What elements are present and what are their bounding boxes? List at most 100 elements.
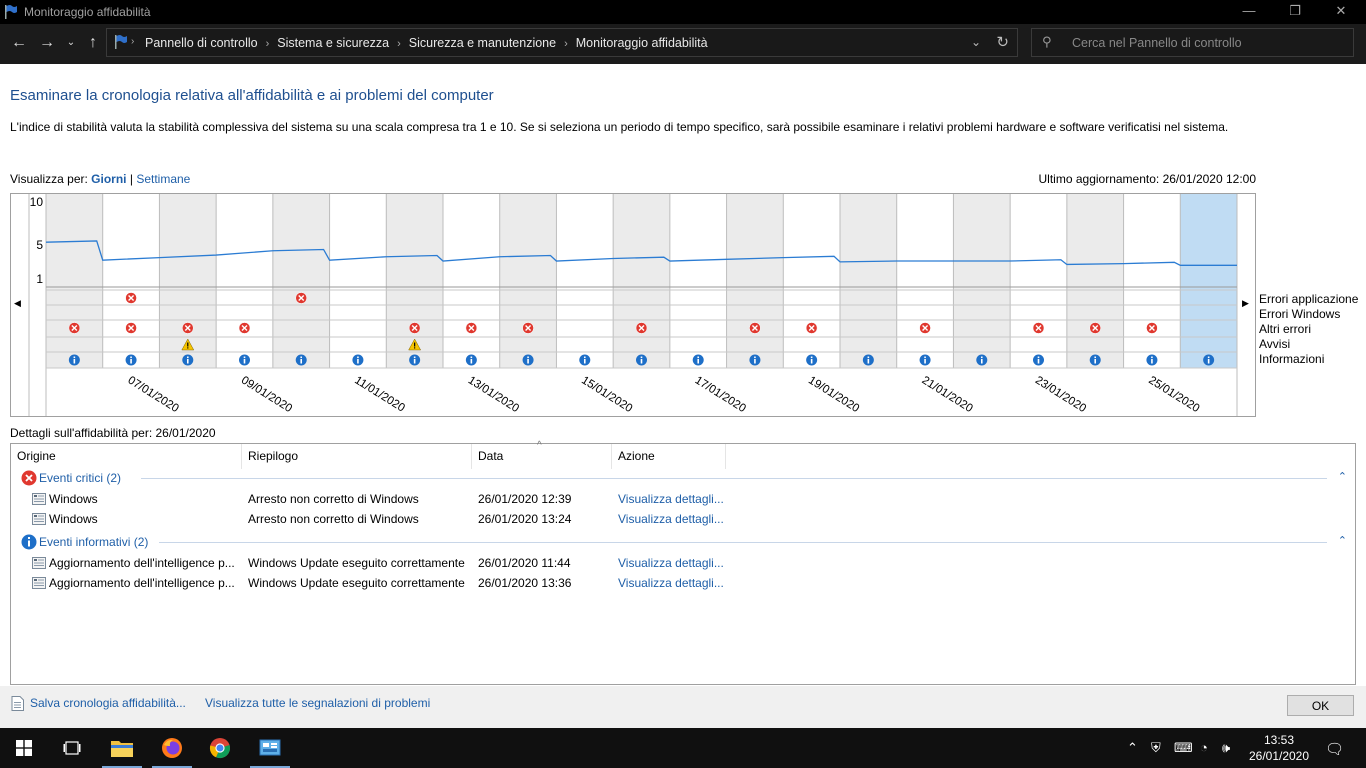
show-hidden-icons-chevron-icon[interactable]: ⌃ — [1127, 740, 1138, 756]
event-log-icon — [32, 557, 46, 569]
breadcrumb-root-chevron-icon[interactable]: › — [131, 36, 134, 47]
column-header-summary[interactable]: Riepilogo — [242, 444, 472, 469]
event-log-icon — [32, 513, 46, 525]
taskbar-chrome[interactable] — [196, 728, 244, 768]
breadcrumb-item[interactable]: Sistema e sicurezza — [277, 36, 389, 50]
breadcrumb-chevron-icon[interactable]: › — [564, 38, 568, 50]
y-tick-label: 1 — [36, 272, 43, 286]
row-label: Errori Windows — [1259, 307, 1341, 321]
info-bar — [1094, 359, 1097, 364]
column-header-date[interactable]: Data — [472, 444, 612, 469]
back-arrow-icon[interactable]: ← — [10, 32, 28, 54]
info-bar — [640, 359, 643, 364]
up-arrow-icon[interactable]: ↑ — [84, 32, 102, 54]
chart-column — [102, 194, 160, 368]
action-center-icon[interactable]: 🗨 — [1325, 740, 1344, 758]
chart-row-labels: Errori applicazione Errori Windows Altri… — [1259, 292, 1358, 367]
breadcrumb-item[interactable]: Sicurezza e manutenzione — [409, 36, 556, 50]
info-dot — [697, 356, 700, 359]
address-bar[interactable]: › Pannello di controllo › Sistema e sicure… — [106, 28, 1018, 57]
start-button[interactable] — [0, 728, 48, 768]
recent-locations-chevron-icon[interactable]: ⌄ — [64, 32, 78, 54]
chart-column — [499, 194, 557, 368]
chart-column — [46, 194, 103, 368]
security-shield-icon[interactable]: ⛨ — [1151, 740, 1161, 756]
breadcrumb-chevron-icon[interactable]: › — [397, 38, 401, 50]
maximize-button[interactable]: ❐ — [1272, 0, 1318, 24]
info-bar — [73, 359, 76, 364]
collapse-chevron-icon[interactable]: ⌃ — [1338, 470, 1347, 483]
info-dot — [583, 356, 586, 359]
title-bar: Monitoraggio affidabilità — ❐ ✕ — [0, 0, 1366, 24]
table-row[interactable]: Windows Arresto non corretto di Windows … — [11, 509, 1355, 529]
task-view-button[interactable] — [48, 728, 96, 768]
ok-button[interactable]: OK — [1287, 695, 1354, 716]
group-informational-events[interactable]: Eventi informativi (2) ⌃ — [19, 533, 1349, 551]
volume-icon[interactable]: 🕪 — [1222, 740, 1230, 756]
column-header-action[interactable]: Azione — [612, 444, 726, 469]
chart-column — [1123, 194, 1181, 368]
column-header-origin[interactable]: Origine — [11, 444, 242, 469]
network-wifi-icon[interactable]: ◔ — [1200, 740, 1208, 755]
cell-summary: Windows Update eseguito correttamente — [248, 576, 465, 590]
chart-column — [896, 194, 954, 368]
view-all-reports-link[interactable]: Visualizza tutte le segnalazioni di prob… — [205, 696, 430, 710]
search-box[interactable]: ⚲ — [1031, 28, 1354, 57]
taskbar: ⌃ ⛨ ⌨ ◔ 🕪 13:53 26/01/2020 🗨 — [0, 728, 1366, 768]
cell-date: 26/01/2020 13:24 — [478, 512, 572, 526]
address-dropdown-icon[interactable]: ⌄ — [971, 35, 981, 49]
view-details-link[interactable]: Visualizza dettagli... — [618, 492, 724, 506]
info-bar — [867, 359, 870, 364]
table-row[interactable]: Aggiornamento dell'intelligence p... Win… — [11, 553, 1355, 573]
close-button[interactable]: ✕ — [1318, 0, 1364, 24]
window-title: Monitoraggio affidabilità — [24, 5, 151, 19]
info-dot — [1151, 356, 1153, 359]
info-dot — [186, 356, 189, 359]
view-weeks-link[interactable]: Settimane — [136, 172, 190, 186]
taskbar-control-panel[interactable] — [246, 728, 294, 768]
breadcrumb: Pannello di controllo › Sistema e sicurezz… — [145, 36, 708, 50]
table-header: Origine Riepilogo Data Azione ^ — [11, 440, 1355, 469]
collapse-chevron-icon[interactable]: ⌃ — [1338, 534, 1347, 547]
view-details-link[interactable]: Visualizza dettagli... — [618, 556, 724, 570]
chart-column — [443, 194, 500, 368]
info-dot — [924, 356, 926, 359]
info-dot — [73, 356, 76, 359]
view-by-label: Visualizza per: — [10, 172, 88, 186]
taskbar-file-explorer[interactable] — [98, 728, 146, 768]
chart-scroll-right-icon[interactable]: ▶ — [1242, 298, 1249, 309]
keyboard-language-icon[interactable]: ⌨ — [1174, 740, 1193, 756]
view-details-link[interactable]: Visualizza dettagli... — [618, 512, 724, 526]
info-dot — [300, 356, 303, 359]
table-row[interactable]: Aggiornamento dell'intelligence p... Win… — [11, 573, 1355, 593]
search-input[interactable] — [1072, 34, 1342, 52]
view-details-link[interactable]: Visualizza dettagli... — [618, 576, 724, 590]
forward-arrow-icon[interactable]: → — [38, 32, 56, 54]
cell-date: 26/01/2020 13:36 — [478, 576, 572, 590]
chart-scroll-left-icon[interactable]: ◀ — [14, 298, 21, 309]
minimize-button[interactable]: — — [1226, 0, 1272, 24]
info-bar — [186, 359, 189, 364]
info-bar — [357, 359, 359, 364]
breadcrumb-chevron-icon[interactable]: › — [266, 38, 270, 50]
group-divider — [141, 478, 1327, 479]
system-clock[interactable]: 13:53 26/01/2020 — [1244, 732, 1314, 764]
taskbar-firefox[interactable] — [148, 728, 196, 768]
warning-dot — [414, 347, 416, 349]
breadcrumb-item[interactable]: Pannello di controllo — [145, 36, 258, 50]
info-bar — [583, 359, 586, 364]
view-days-link[interactable]: Giorni — [91, 172, 126, 186]
reliability-chart[interactable]: 10 5 1 07/01/2020 09/01/2020 11/01/2020 13/01/… — [10, 193, 1256, 417]
table-row[interactable]: Windows Arresto non corretto di Windows … — [11, 489, 1355, 509]
flag-icon — [5, 5, 17, 19]
save-history-link[interactable]: Salva cronologia affidabilità... — [30, 696, 186, 710]
chart-column — [669, 194, 727, 368]
breadcrumb-item[interactable]: Monitoraggio affidabilità — [576, 36, 708, 50]
details-table: Origine Riepilogo Data Azione ^ Eventi c… — [10, 440, 1356, 685]
cell-date: 26/01/2020 12:39 — [478, 492, 572, 506]
clock-date: 26/01/2020 — [1248, 749, 1310, 763]
event-log-icon — [32, 577, 46, 589]
info-bar — [243, 359, 246, 364]
refresh-icon[interactable]: ↻ — [996, 33, 1009, 51]
group-critical-events[interactable]: Eventi critici (2) ⌃ — [19, 469, 1349, 487]
